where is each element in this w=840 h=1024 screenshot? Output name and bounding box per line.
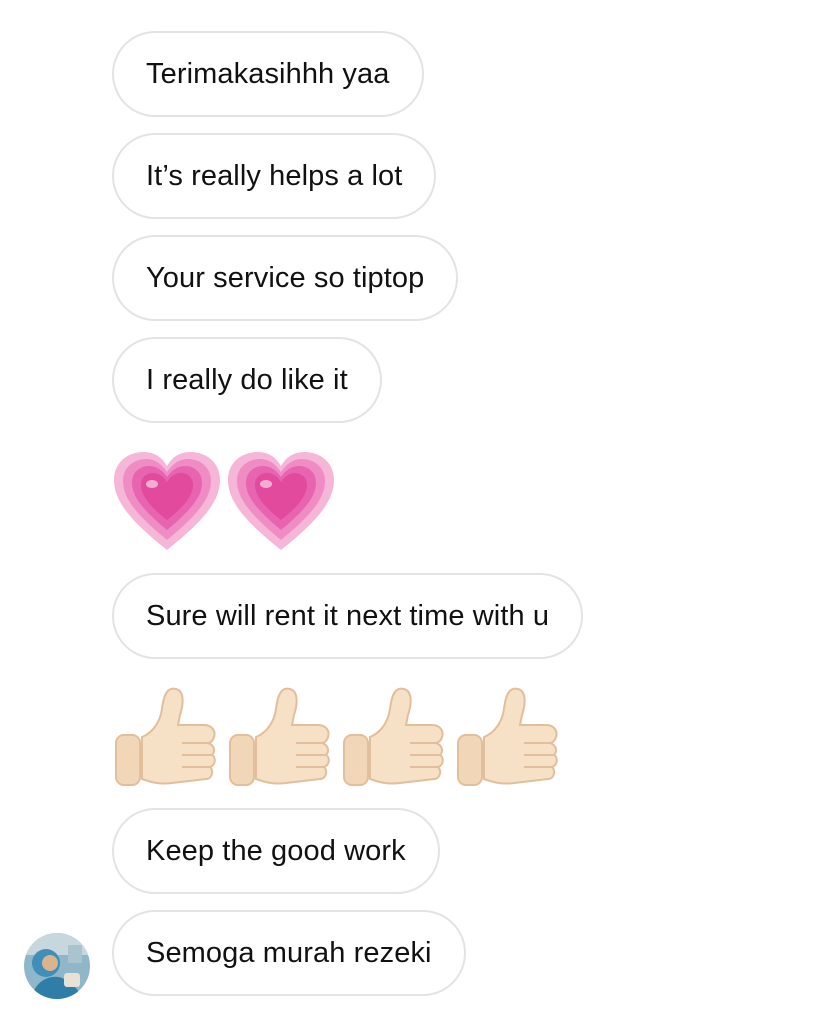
avatar-photo [24, 933, 90, 999]
message-text: It’s really helps a lot [146, 159, 403, 192]
message-text: Terimakasihhh yaa [146, 57, 390, 90]
message-bubble[interactable]: Sure will rent it next time with u [112, 573, 584, 659]
thumbs-up-icon [343, 687, 444, 786]
message-bubble[interactable]: I really do like it [112, 337, 382, 423]
message-bubble[interactable]: Terimakasihhh yaa [112, 31, 424, 117]
avatar[interactable] [24, 933, 90, 999]
message-bubble[interactable]: Keep the good work [112, 808, 440, 894]
message-text: I really do like it [146, 363, 348, 396]
emoji-message-hearts[interactable] [112, 450, 340, 554]
message-text: Keep the good work [146, 834, 406, 867]
thumbs-up-icon [457, 687, 558, 786]
message-bubble[interactable]: It’s really helps a lot [112, 133, 437, 219]
thumbs-up-icon [229, 687, 330, 786]
message-text: Sure will rent it next time with u [146, 599, 550, 632]
message-bubble[interactable]: Your service so tiptop [112, 235, 459, 321]
message-bubble[interactable]: Semoga murah rezeki [112, 910, 466, 996]
message-text: Semoga murah rezeki [146, 936, 432, 969]
message-text: Your service so tiptop [146, 261, 425, 294]
thumbs-up-icon [115, 687, 216, 786]
emoji-message-thumbs[interactable] [112, 683, 568, 793]
growing-heart-icon [114, 452, 220, 550]
growing-heart-icon [228, 452, 334, 550]
